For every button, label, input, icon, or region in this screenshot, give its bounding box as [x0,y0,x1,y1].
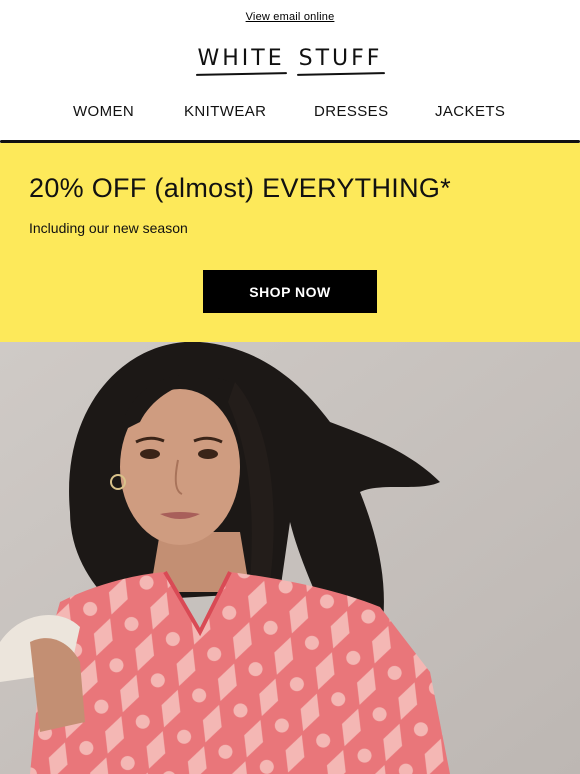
nav-item-jackets[interactable]: JACKETS [435,103,505,120]
main-nav: WOMEN KNITWEAR DRESSES JACKETS [0,98,580,128]
view-email-online-link[interactable]: View email online [0,11,580,23]
logo-word-white: WHITE [198,46,285,75]
nav-item-knitwear[interactable]: KNITWEAR [184,103,266,120]
promo-banner: 20% OFF (almost) EVERYTHING* Including o… [0,143,580,342]
nav-item-women[interactable]: WOMEN [73,103,134,120]
promo-title: 20% OFF (almost) EVERYTHING* [29,173,451,203]
top-bar: View email online [0,0,580,38]
model-photo-icon [0,342,580,774]
hero-image[interactable] [0,342,580,774]
logo-word-stuff: STUFF [299,46,383,75]
promo-subtitle: Including our new season [29,220,188,236]
brand-logo[interactable]: WHITE STUFF [198,46,383,75]
nav-item-dresses[interactable]: DRESSES [314,103,389,120]
shop-now-button[interactable]: SHOP NOW [203,270,377,313]
brand-header: WHITE STUFF [0,46,580,86]
